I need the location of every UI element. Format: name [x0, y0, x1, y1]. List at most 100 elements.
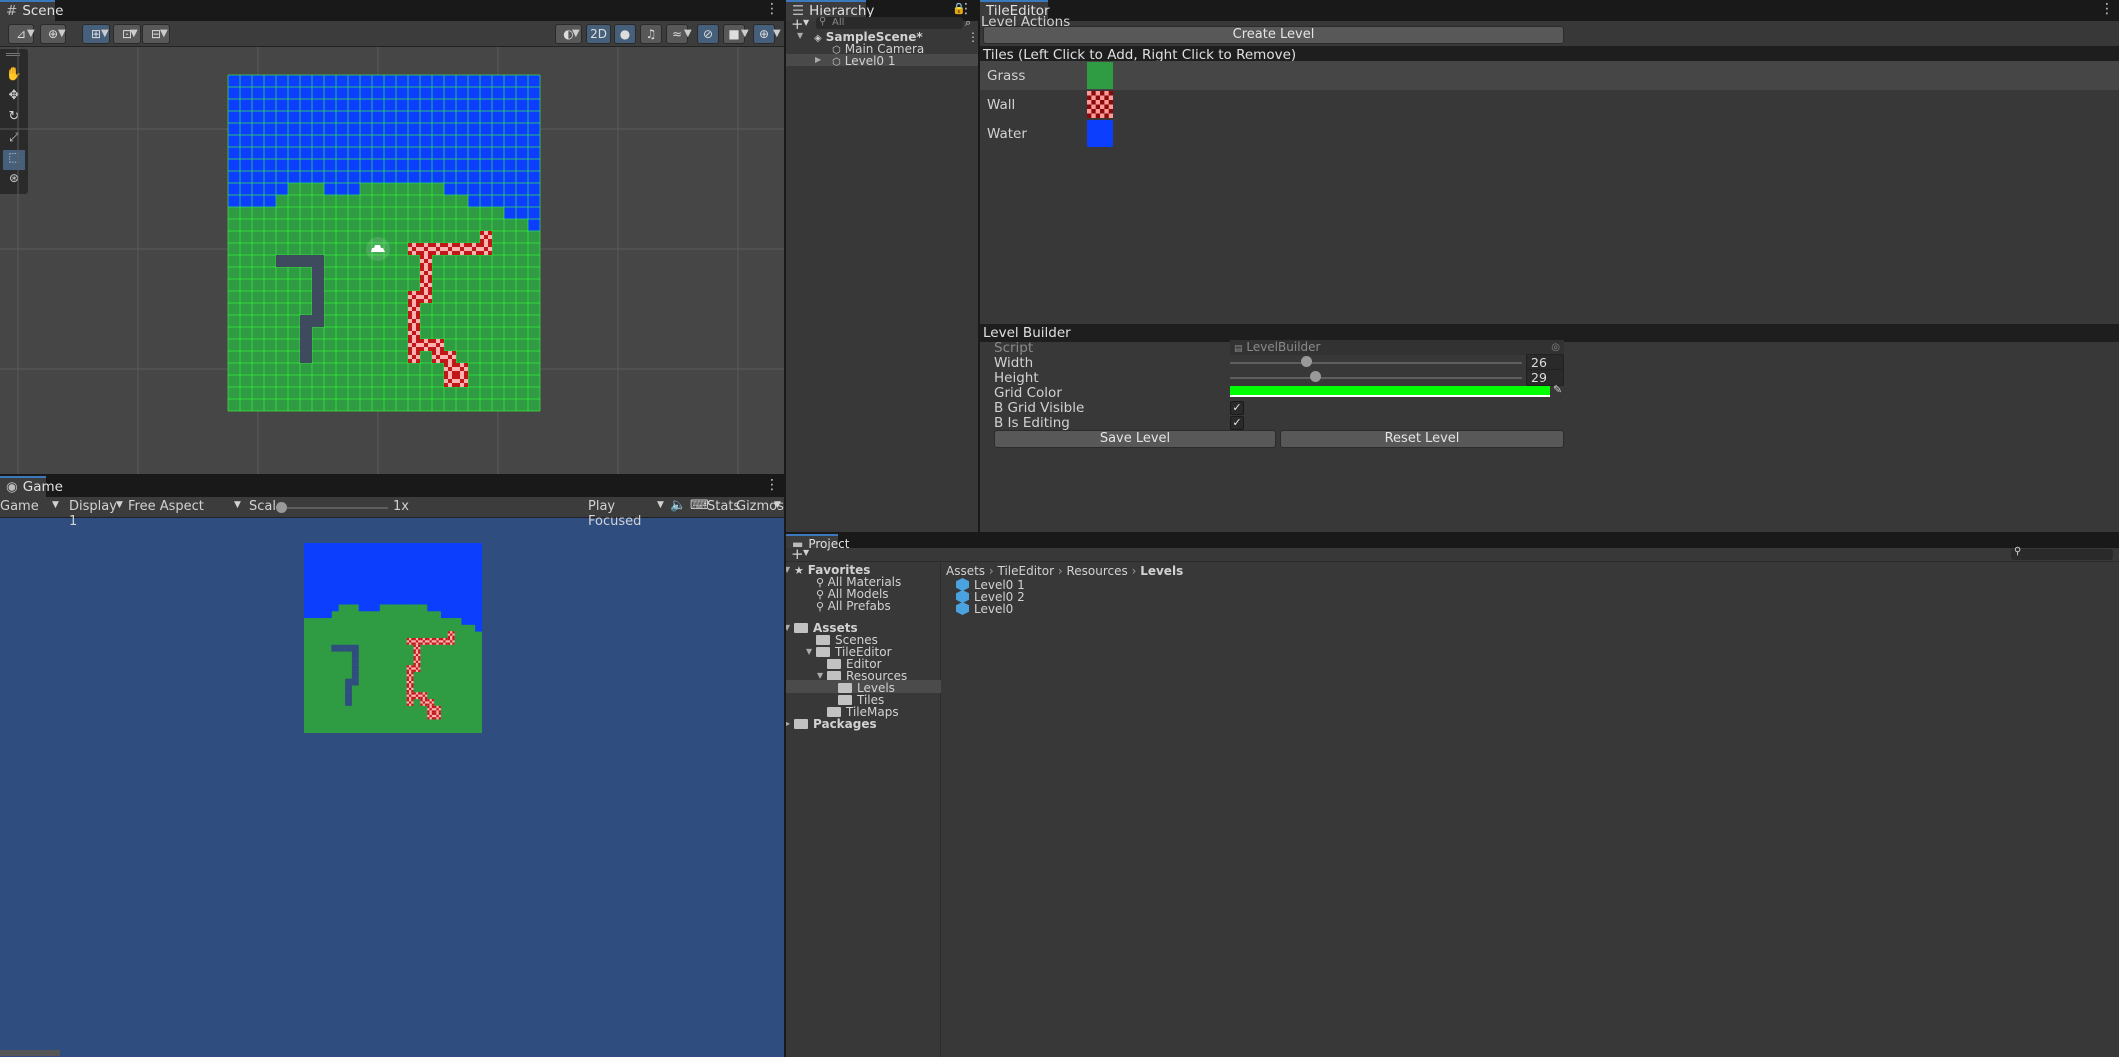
water-tile [492, 87, 505, 100]
water-tile [528, 75, 541, 88]
water-tile [324, 111, 337, 124]
game-water-tile [345, 590, 353, 598]
prefab-file[interactable]: Level0 [956, 602, 1013, 616]
game-water-tile [345, 556, 353, 564]
chevron-down-icon[interactable]: ▼ [786, 623, 790, 632]
tile-row[interactable]: Grass [980, 61, 2119, 90]
breadcrumb-item[interactable]: Resources [1066, 564, 1127, 578]
grid-snap-dropdown-icon[interactable]: ▼ [101, 28, 109, 39]
breadcrumb-item[interactable]: Assets [946, 564, 985, 578]
hierarchy-menu-icon[interactable]: ⋮ [959, 1, 973, 17]
chevron-down-icon[interactable]: ▼ [806, 647, 812, 656]
mute-audio-icon[interactable]: 🔈 [670, 498, 686, 513]
shading-dropdown-icon[interactable]: ▼ [572, 28, 580, 39]
width-label: Width [994, 355, 1034, 371]
game-menu-icon[interactable]: ⋮ [765, 477, 779, 493]
star-icon: ★ [794, 564, 808, 577]
scale-slider-thumb[interactable] [276, 502, 287, 513]
height-slider-track[interactable] [1230, 377, 1522, 379]
align-dropdown-icon[interactable]: ▼ [160, 28, 168, 39]
water-tile [384, 147, 397, 160]
effects-dropdown-icon[interactable]: ▼ [684, 28, 692, 39]
save-level-button[interactable]: Save Level [994, 430, 1276, 448]
project-search-field[interactable]: ⚲ [2011, 546, 2113, 560]
chevron-down-icon[interactable]: ▼ [786, 565, 790, 574]
breadcrumb-item[interactable]: Levels [1140, 564, 1183, 578]
tileeditor-menu-icon[interactable]: ⋮ [2100, 1, 2114, 17]
chevron-down-icon[interactable]: ▼ [797, 31, 803, 40]
create-dropdown-icon[interactable]: ▼ [803, 548, 809, 557]
2d-toggle-button[interactable]: 2D [586, 24, 611, 44]
water-tile [312, 159, 325, 172]
game-view-dropdown[interactable]: Game ▼ [0, 499, 60, 514]
game-water-tile [461, 583, 469, 591]
breadcrumb-item[interactable]: TileEditor [998, 564, 1055, 578]
scene-visibility-button[interactable]: ⊘ [697, 24, 719, 44]
lighting-toggle-button[interactable]: ● [614, 24, 636, 44]
hierarchy-search-field[interactable]: ⚲ All [816, 16, 963, 29]
gizmos-dropdown-icon[interactable]: ▼ [773, 28, 781, 39]
scene-menu-icon[interactable]: ⋮ [967, 30, 978, 44]
game-wall-tile [406, 638, 414, 645]
grid-visible-checkbox[interactable]: ✓ [1230, 401, 1244, 415]
increment-dropdown-icon[interactable]: ▼ [130, 28, 138, 39]
project-breadcrumb: Assets › TileEditor › Resources › Levels [946, 564, 2116, 578]
audio-toggle-button[interactable]: ♫ [640, 24, 662, 44]
water-tile [468, 111, 481, 124]
play-focused-dropdown[interactable]: Play Focused ▼ [588, 499, 665, 529]
water-tile [528, 147, 541, 160]
keyboard-icon[interactable]: ⌨ [690, 498, 709, 513]
create-asset-button[interactable]: + [791, 545, 804, 563]
tile-row[interactable]: Water [980, 119, 2119, 148]
game-water-tile [386, 576, 394, 585]
scene-menu-icon[interactable]: ⋮ [765, 1, 779, 17]
water-tile [444, 135, 457, 148]
width-slider-thumb[interactable] [1300, 356, 1312, 367]
game-water-tile [461, 590, 469, 598]
game-water-tile [420, 549, 428, 557]
object-picker-icon[interactable]: ◎ [1551, 340, 1560, 355]
height-slider-thumb[interactable] [1309, 371, 1321, 382]
width-slider-track[interactable] [1230, 362, 1522, 364]
packages-folder[interactable]: ▶ Packages [786, 717, 877, 731]
game-wall-tile [406, 678, 414, 686]
display-dropdown[interactable]: Display 1 ▼ [69, 499, 124, 529]
water-tile [468, 75, 481, 88]
create-level-button[interactable]: Create Level [983, 26, 1564, 44]
gizmos-button[interactable]: ⊕ [753, 24, 775, 44]
wall-tile [456, 363, 468, 375]
tile-swatch[interactable] [1087, 91, 1113, 118]
hierarchy-item[interactable]: ▶ ⬡ Level0 1 [815, 54, 896, 68]
project-tabbar: ▬ Project [786, 534, 2119, 551]
favorite-item[interactable]: ⚲ All Prefabs [816, 599, 891, 613]
game-water-tile [413, 570, 421, 578]
tab-scene[interactable]: # Scene [0, 0, 63, 21]
global-dropdown-icon[interactable]: ▼ [58, 28, 66, 39]
water-tile [252, 99, 265, 112]
draw-mode-dropdown-icon[interactable]: ▼ [27, 28, 35, 39]
water-tile [408, 159, 421, 172]
tab-game[interactable]: ◉ Game [0, 476, 63, 497]
is-editing-checkbox[interactable]: ✓ [1230, 416, 1244, 430]
game-water-tile [317, 543, 325, 551]
water-tile [480, 123, 493, 136]
game-scrollbar[interactable] [0, 1050, 60, 1056]
tile-swatch[interactable] [1087, 62, 1113, 89]
scene-viewport[interactable] [0, 47, 784, 474]
water-tile [252, 171, 265, 184]
reset-level-button[interactable]: Reset Level [1280, 430, 1564, 448]
camera-dropdown-icon[interactable]: ▼ [741, 28, 749, 39]
add-dropdown-icon[interactable]: ▼ [803, 18, 809, 27]
chevron-right-icon[interactable]: ▶ [786, 719, 790, 728]
search-filter-icon[interactable]: ⌕ [965, 16, 971, 30]
aspect-dropdown[interactable]: Free Aspect ▼ [128, 499, 243, 514]
eyedropper-icon[interactable]: ✎ [1553, 383, 1562, 396]
tile-swatch[interactable] [1087, 120, 1113, 147]
scale-slider-track[interactable] [280, 507, 388, 509]
tile-row[interactable]: Wall [980, 90, 2119, 119]
game-water-tile [345, 583, 353, 591]
grid-color-swatch[interactable] [1230, 386, 1550, 397]
gizmos-dropdown[interactable]: Gizmos ▼ [736, 499, 784, 514]
chevron-right-icon[interactable]: ▶ [815, 55, 821, 64]
chevron-down-icon[interactable]: ▼ [817, 671, 823, 680]
